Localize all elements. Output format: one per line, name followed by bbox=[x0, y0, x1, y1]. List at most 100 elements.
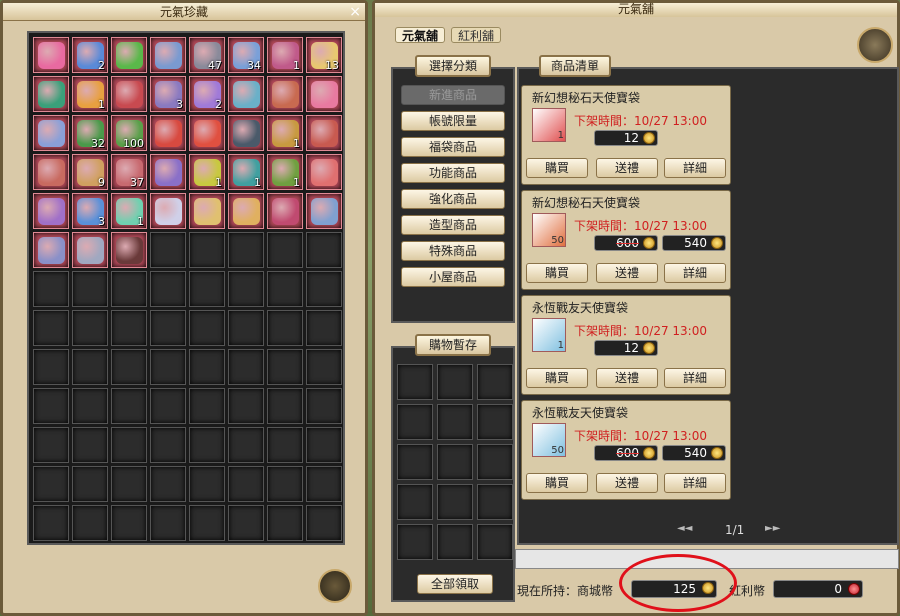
inventory-item[interactable] bbox=[306, 76, 342, 112]
inventory-item[interactable] bbox=[189, 193, 225, 229]
inventory-item[interactable]: 34 bbox=[228, 37, 264, 73]
inventory-slot-empty[interactable] bbox=[306, 505, 342, 541]
inventory-slot-empty[interactable] bbox=[72, 505, 108, 541]
inventory-item[interactable] bbox=[267, 193, 303, 229]
cart-slot[interactable] bbox=[437, 524, 473, 560]
inventory-slot-empty[interactable] bbox=[111, 388, 147, 424]
inventory-item[interactable] bbox=[111, 76, 147, 112]
cart-slot[interactable] bbox=[477, 364, 513, 400]
inventory-slot-empty[interactable] bbox=[306, 232, 342, 268]
inventory-slot-empty[interactable] bbox=[306, 466, 342, 502]
inventory-slot-empty[interactable] bbox=[267, 388, 303, 424]
inventory-slot-empty[interactable] bbox=[267, 232, 303, 268]
inventory-slot-empty[interactable] bbox=[33, 388, 69, 424]
cart-slot[interactable] bbox=[477, 524, 513, 560]
gift-button[interactable]: 送禮 bbox=[596, 473, 658, 493]
inventory-slot-empty[interactable] bbox=[267, 349, 303, 385]
inventory-slot-empty[interactable] bbox=[33, 349, 69, 385]
inventory-slot-empty[interactable] bbox=[33, 427, 69, 463]
inventory-slot-empty[interactable] bbox=[228, 505, 264, 541]
inventory-item[interactable] bbox=[111, 232, 147, 268]
cart-slot[interactable] bbox=[437, 404, 473, 440]
inventory-slot-empty[interactable] bbox=[267, 427, 303, 463]
next-page-icon[interactable]: ►► bbox=[765, 523, 780, 534]
inventory-item[interactable] bbox=[33, 193, 69, 229]
inventory-slot-empty[interactable] bbox=[72, 427, 108, 463]
category-button[interactable]: 強化商品 bbox=[401, 189, 505, 209]
inventory-slot-empty[interactable] bbox=[267, 466, 303, 502]
inventory-item[interactable]: 32 bbox=[72, 115, 108, 151]
inventory-item[interactable] bbox=[150, 115, 186, 151]
cart-slot[interactable] bbox=[477, 444, 513, 480]
inventory-slot-empty[interactable] bbox=[306, 271, 342, 307]
inventory-item[interactable] bbox=[306, 154, 342, 190]
inventory-item[interactable] bbox=[306, 193, 342, 229]
inventory-slot-empty[interactable] bbox=[150, 232, 186, 268]
detail-button[interactable]: 詳細 bbox=[664, 158, 726, 178]
gift-button[interactable]: 送禮 bbox=[596, 158, 658, 178]
inventory-slot-empty[interactable] bbox=[33, 271, 69, 307]
inventory-slot-empty[interactable] bbox=[111, 310, 147, 346]
inventory-item[interactable] bbox=[306, 115, 342, 151]
category-button[interactable]: 福袋商品 bbox=[401, 137, 505, 157]
potion-icon[interactable] bbox=[318, 569, 352, 603]
inventory-item[interactable]: 1 bbox=[72, 76, 108, 112]
inventory-item[interactable] bbox=[150, 154, 186, 190]
inventory-item[interactable] bbox=[33, 154, 69, 190]
cart-slot[interactable] bbox=[437, 364, 473, 400]
claim-all-button[interactable]: 全部領取 bbox=[417, 574, 493, 594]
gift-bag-icon[interactable]: 50 bbox=[532, 213, 566, 247]
category-button[interactable]: 帳號限量 bbox=[401, 111, 505, 131]
inventory-item[interactable] bbox=[228, 115, 264, 151]
inventory-item[interactable]: 3 bbox=[72, 193, 108, 229]
inventory-slot-empty[interactable] bbox=[33, 466, 69, 502]
inventory-slot-empty[interactable] bbox=[150, 349, 186, 385]
cart-slot[interactable] bbox=[477, 484, 513, 520]
inventory-item[interactable]: 1 bbox=[267, 37, 303, 73]
inventory-slot-empty[interactable] bbox=[228, 427, 264, 463]
buy-button[interactable]: 購買 bbox=[526, 368, 588, 388]
tab-bonus-shop[interactable]: 紅利舖 bbox=[451, 27, 502, 43]
inventory-slot-empty[interactable] bbox=[189, 349, 225, 385]
inventory-slot-empty[interactable] bbox=[228, 388, 264, 424]
inventory-slot-empty[interactable] bbox=[33, 505, 69, 541]
inventory-slot-empty[interactable] bbox=[228, 349, 264, 385]
category-button[interactable]: 功能商品 bbox=[401, 163, 505, 183]
inventory-slot-empty[interactable] bbox=[111, 349, 147, 385]
inventory-slot-empty[interactable] bbox=[228, 310, 264, 346]
inventory-item[interactable] bbox=[189, 115, 225, 151]
inventory-item[interactable]: 1 bbox=[189, 154, 225, 190]
inventory-item[interactable]: 37 bbox=[111, 154, 147, 190]
gift-button[interactable]: 送禮 bbox=[596, 368, 658, 388]
inventory-slot-empty[interactable] bbox=[267, 271, 303, 307]
inventory-slot-empty[interactable] bbox=[306, 388, 342, 424]
inventory-item[interactable] bbox=[150, 193, 186, 229]
inventory-item[interactable]: 1 bbox=[228, 154, 264, 190]
inventory-slot-empty[interactable] bbox=[189, 232, 225, 268]
inventory-slot-empty[interactable] bbox=[189, 310, 225, 346]
category-button[interactable]: 小屋商品 bbox=[401, 267, 505, 287]
inventory-item[interactable] bbox=[111, 37, 147, 73]
gift-bag-icon[interactable]: 1 bbox=[532, 108, 566, 142]
inventory-slot-empty[interactable] bbox=[111, 466, 147, 502]
detail-button[interactable]: 詳細 bbox=[664, 263, 726, 283]
tab-yuanqi-shop[interactable]: 元氣舖 bbox=[395, 27, 446, 43]
cart-slot[interactable] bbox=[437, 484, 473, 520]
inventory-slot-empty[interactable] bbox=[72, 310, 108, 346]
buy-button[interactable]: 購買 bbox=[526, 263, 588, 283]
gift-button[interactable]: 送禮 bbox=[596, 263, 658, 283]
inventory-slot-empty[interactable] bbox=[267, 310, 303, 346]
inventory-item[interactable]: 1 bbox=[267, 115, 303, 151]
cart-slot[interactable] bbox=[397, 524, 433, 560]
inventory-slot-empty[interactable] bbox=[72, 388, 108, 424]
inventory-item[interactable] bbox=[150, 37, 186, 73]
inventory-item[interactable]: 2 bbox=[72, 37, 108, 73]
inventory-slot-empty[interactable] bbox=[189, 466, 225, 502]
inventory-slot-empty[interactable] bbox=[150, 505, 186, 541]
category-button[interactable]: 造型商品 bbox=[401, 215, 505, 235]
inventory-item[interactable]: 1 bbox=[111, 193, 147, 229]
category-button[interactable]: 特殊商品 bbox=[401, 241, 505, 261]
inventory-item[interactable]: 3 bbox=[150, 76, 186, 112]
inventory-item[interactable] bbox=[33, 232, 69, 268]
inventory-slot-empty[interactable] bbox=[189, 505, 225, 541]
